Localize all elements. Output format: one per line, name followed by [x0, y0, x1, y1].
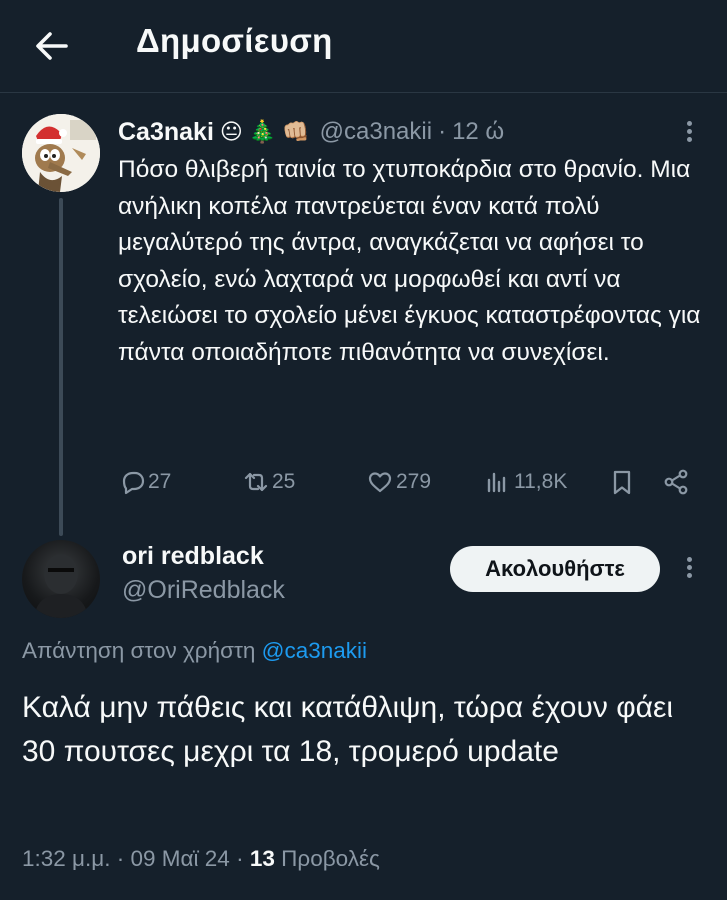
- heart-icon: [368, 472, 392, 493]
- reply-count: 27: [148, 470, 172, 493]
- avatar-oriredblack[interactable]: [22, 540, 100, 618]
- replying-to-line: Απάντηση στον χρήστη @ca3nakii: [22, 638, 367, 664]
- arrow-left-icon: [36, 32, 68, 60]
- bookmark-icon: [613, 470, 631, 495]
- top-bar: Δημοσίευση: [0, 0, 727, 92]
- views-count: 11,8K: [514, 470, 568, 493]
- share-icon: [664, 469, 688, 495]
- more-options-icon[interactable]: [679, 118, 699, 148]
- retweet-icon: [244, 472, 268, 492]
- page-title: Δημοσίευση: [136, 22, 333, 59]
- reply-date[interactable]: 09 Μαϊ 24: [131, 846, 230, 871]
- meta-separator: ·: [116, 846, 125, 871]
- views-button[interactable]: 11,8K: [484, 464, 567, 500]
- masked-figure-avatar-image: [34, 554, 88, 618]
- christmas-tree-emoji: 🎄: [248, 119, 277, 144]
- cartoon-avatar-image: [22, 114, 100, 192]
- meta-separator: ·: [236, 846, 244, 871]
- reply-time[interactable]: 1:32 μ.μ.: [22, 846, 110, 871]
- share-button[interactable]: [662, 464, 692, 500]
- retweet-count: 25: [272, 470, 296, 493]
- bookmark-button[interactable]: [608, 464, 638, 500]
- tweet-meta: 1:32 μ.μ. · 09 Μαϊ 24 · 13 Προβολές: [22, 846, 380, 872]
- analytics-icon: [487, 472, 506, 493]
- post-page: Δημοσίευση Ca3naki 😐 🎄 👊🏼 @ca3nakii · 12…: [0, 0, 727, 900]
- follow-button[interactable]: Ακολουθήστε: [450, 546, 660, 592]
- tweet-text: Πόσο θλιβερή ταινία το χτυποκάρδια στο θ…: [118, 156, 701, 366]
- tweet-header: Ca3naki 😐 🎄 👊🏼 @ca3nakii · 12 ώ: [118, 116, 504, 148]
- neutral-face-emoji: 😐: [219, 119, 243, 144]
- header-divider: [0, 92, 727, 93]
- retweet-button[interactable]: 25: [242, 464, 295, 500]
- like-button[interactable]: 279: [366, 464, 431, 500]
- more-options-icon[interactable]: [679, 554, 699, 584]
- views-number: 13: [249, 846, 275, 871]
- replying-to-label: Απάντηση στον χρήστη: [22, 638, 262, 663]
- reply-button[interactable]: 27: [118, 464, 171, 500]
- tweet-time[interactable]: 12 ώ: [452, 118, 504, 146]
- like-count: 279: [396, 470, 432, 493]
- reply-author-handle[interactable]: @OriRedblack: [122, 576, 285, 605]
- thread-connector-line: [59, 198, 63, 536]
- author-handle[interactable]: @ca3nakii: [320, 118, 432, 146]
- reply-author-name[interactable]: ori redblack: [122, 542, 264, 571]
- fist-bump-emoji: 👊🏼: [282, 119, 310, 144]
- back-button[interactable]: [30, 24, 74, 68]
- avatar-ca3naki[interactable]: [22, 114, 100, 192]
- author-name[interactable]: Ca3naki: [118, 118, 214, 147]
- views-label: Προβολές: [281, 846, 380, 871]
- reply-text: Καλά μην πάθεις και κατάθλιψη, τώρα έχου…: [22, 691, 674, 768]
- tweet-actions: 27 25 279 11,8K: [118, 464, 708, 500]
- separator-dot: ·: [438, 118, 447, 145]
- reply-icon: [122, 471, 145, 495]
- mention-link[interactable]: @ca3nakii: [262, 638, 367, 663]
